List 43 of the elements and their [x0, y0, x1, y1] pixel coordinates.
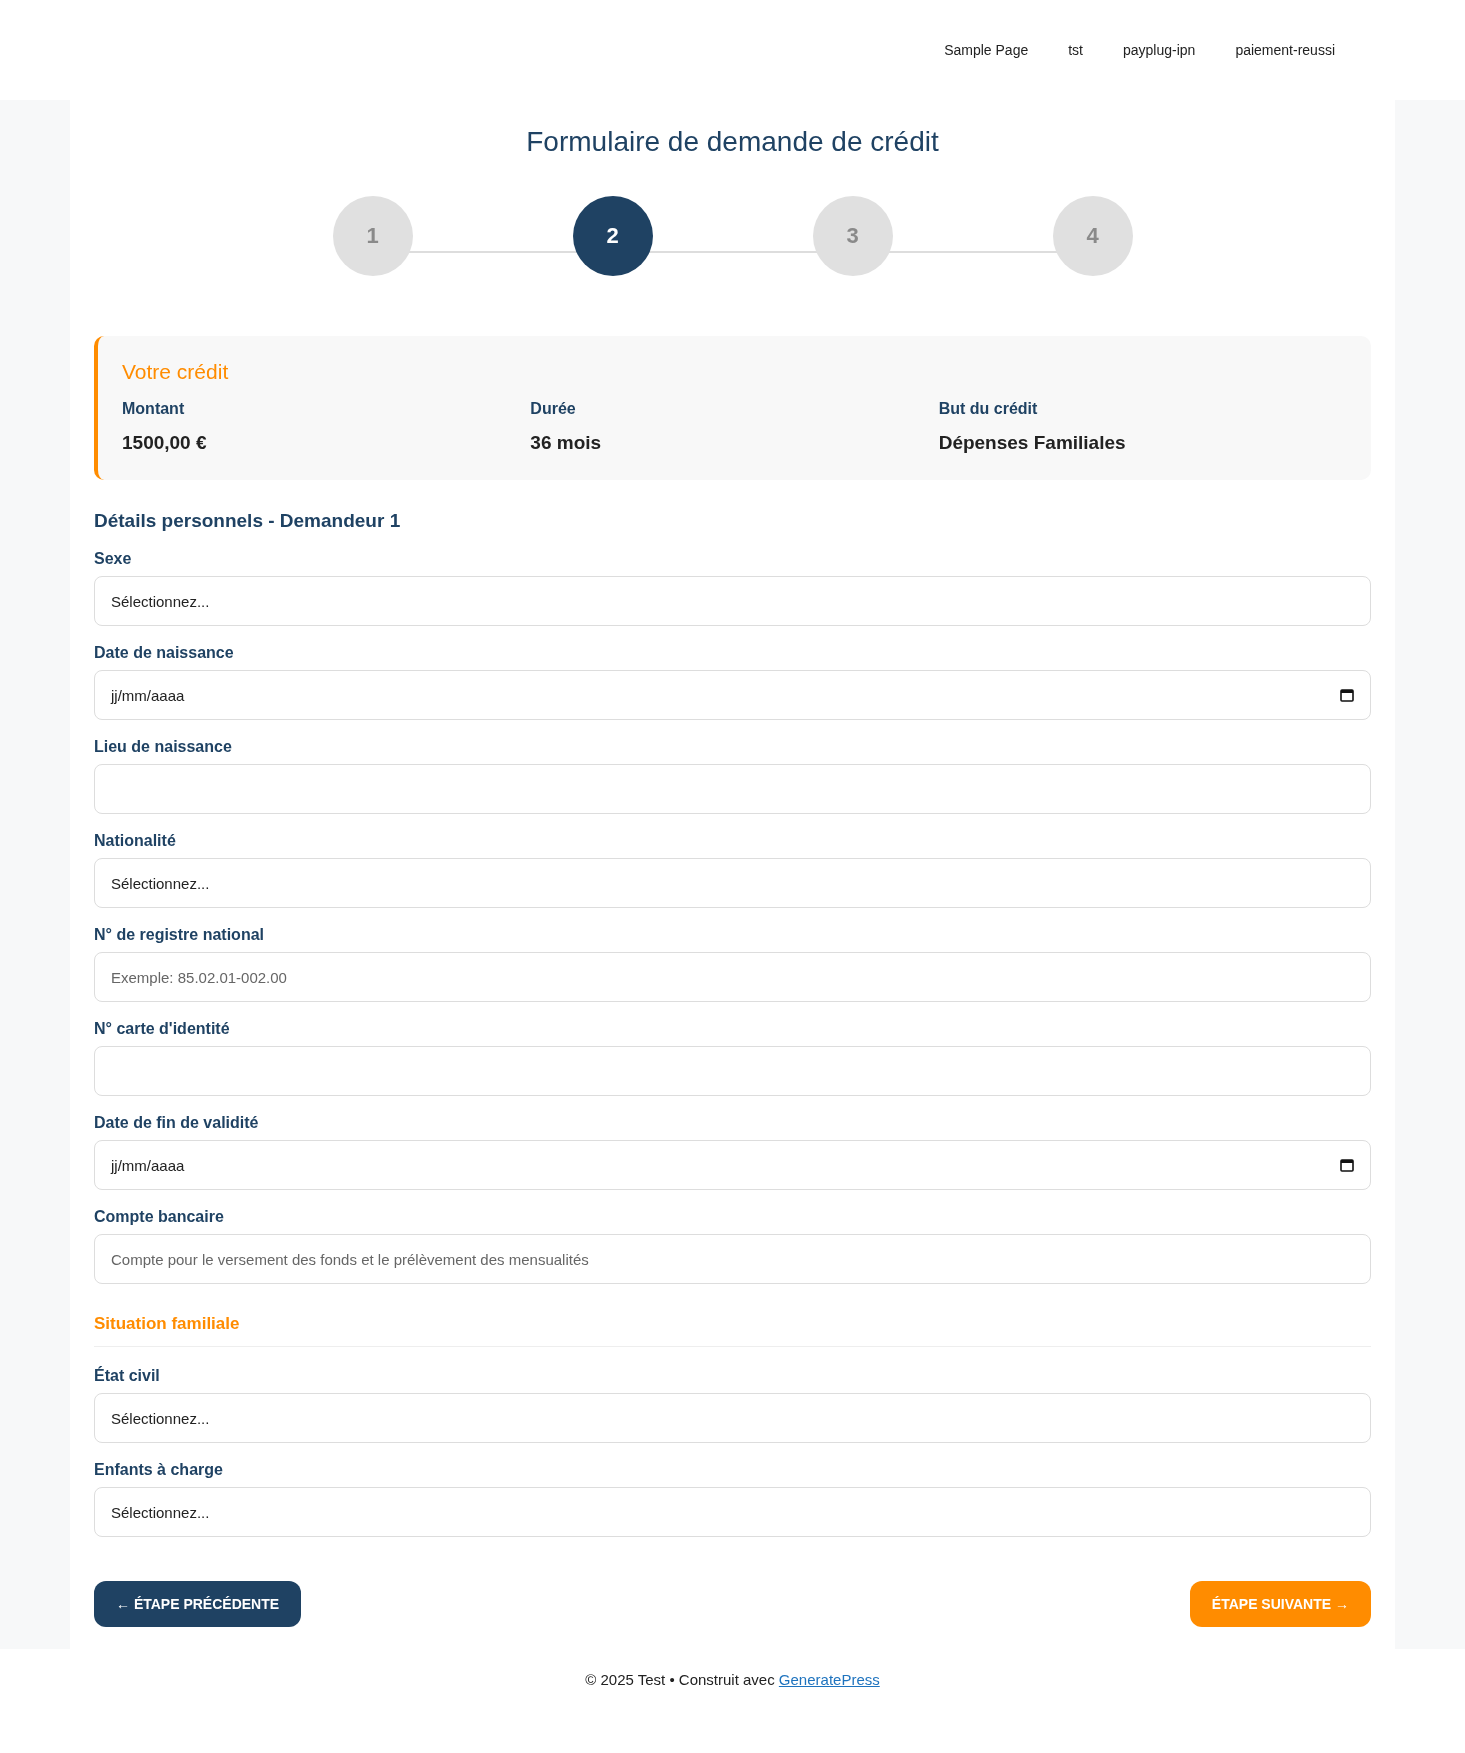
select-field[interactable]: Sélectionnez...	[94, 858, 1371, 908]
field-label: Date de naissance	[94, 644, 235, 662]
field-label: Nationalité	[94, 832, 177, 850]
summary-title: Votre crédit	[122, 360, 230, 384]
date-field[interactable]: jj/mm/aaaa	[94, 1140, 1371, 1190]
select-field[interactable]: Sélectionnez...	[94, 576, 1371, 626]
step-circle: 3	[812, 196, 893, 276]
page-title: Formulaire de demande de crédit	[525, 126, 940, 158]
field-label: Enfants à charge	[94, 1461, 224, 1479]
step-circle: 2	[572, 196, 653, 276]
select-field[interactable]: Sélectionnez...	[94, 1393, 1371, 1443]
summary-value: 1500,00 €	[122, 432, 208, 454]
field-label: Compte bancaire	[94, 1208, 225, 1226]
nav-link[interactable]: Sample Page	[944, 42, 1029, 58]
nav-link[interactable]: paiement-reussi	[1235, 42, 1335, 58]
footer-text: © 2025 Test • Construit avec GeneratePress	[584, 1671, 881, 1688]
nav-link[interactable]: tst	[1068, 42, 1083, 58]
text-field[interactable]	[94, 1046, 1371, 1096]
section-title: Détails personnels - Demandeur 1	[94, 510, 402, 532]
field-label: Date de fin de validité	[94, 1114, 260, 1132]
step-circle: 4	[1052, 196, 1133, 276]
field-label: État civil	[94, 1367, 161, 1385]
select-field[interactable]: Sélectionnez...	[94, 1487, 1371, 1537]
date-field[interactable]: jj/mm/aaaa	[94, 670, 1371, 720]
calendar-icon[interactable]	[1340, 688, 1354, 702]
field-label: N° de registre national	[94, 926, 265, 944]
step-circle: 1	[332, 196, 413, 276]
field-label: Lieu de naissance	[94, 738, 233, 756]
summary-value: 36 mois	[530, 432, 603, 454]
summary-label: Montant	[122, 400, 186, 418]
text-field[interactable]: Compte pour le versement des fonds et le prélèvement des mensualités	[94, 1234, 1371, 1284]
nav-link[interactable]: payplug-ipn	[1123, 42, 1196, 58]
summary-label: But du crédit	[938, 400, 1039, 418]
field-label: N° carte d'identité	[94, 1020, 231, 1038]
section-title: Situation familiale	[94, 1314, 241, 1334]
summary-value: Dépenses Familiales	[938, 432, 1127, 454]
text-field[interactable]	[94, 764, 1371, 814]
previous-step-button[interactable]: ← ÉTAPE PRÉCÉDENTE	[94, 1581, 302, 1627]
footer-link[interactable]: GeneratePress	[778, 1671, 880, 1688]
text-field[interactable]: Exemple: 85.02.01-002.00	[94, 952, 1371, 1002]
calendar-icon[interactable]	[1340, 1158, 1354, 1172]
field-label: Sexe	[94, 550, 133, 568]
summary-label: Durée	[530, 400, 577, 418]
